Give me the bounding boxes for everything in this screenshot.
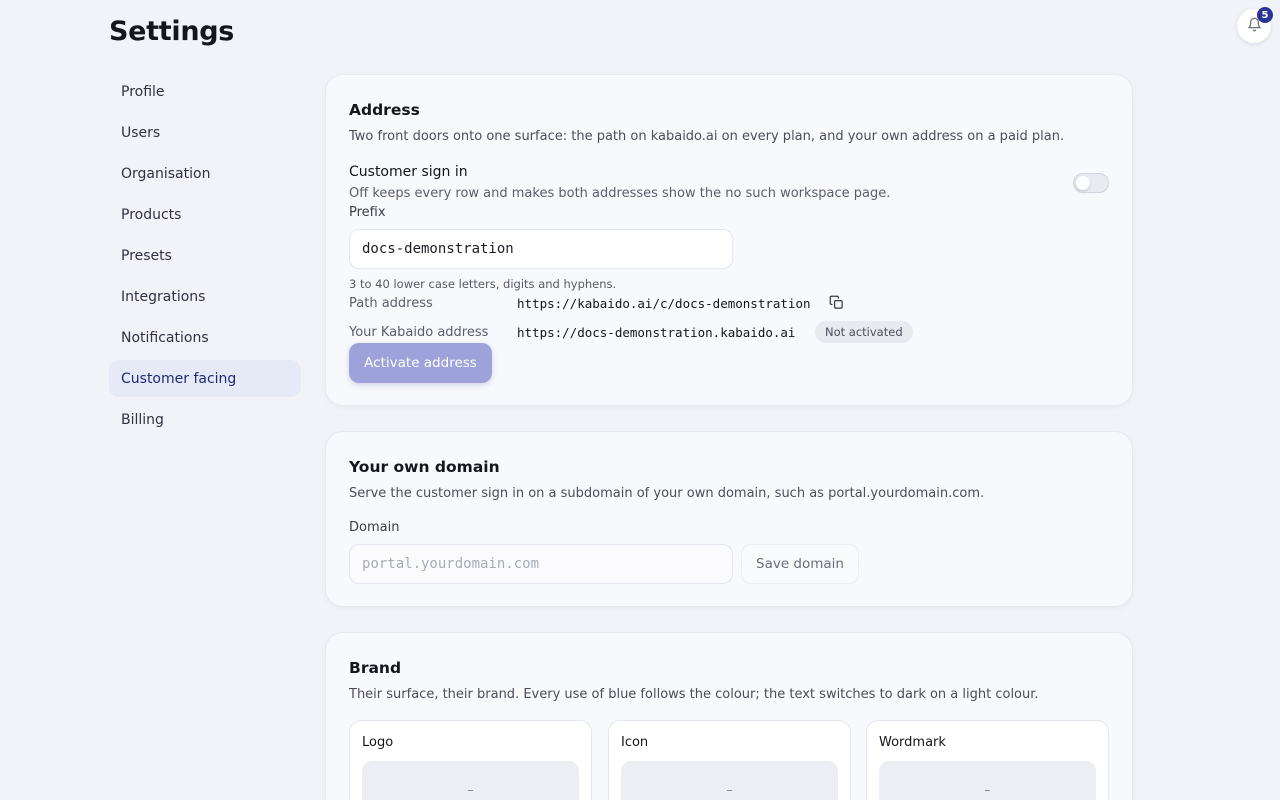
sidebar-item-products[interactable]: Products <box>109 196 301 233</box>
toggle-knob <box>1076 176 1090 190</box>
brand-card: Brand Their surface, their brand. Every … <box>325 632 1133 800</box>
domain-field-label: Domain <box>349 520 400 535</box>
logo-preview: – <box>362 761 579 800</box>
prefix-hint: 3 to 40 lower case letters, digits and h… <box>349 277 617 291</box>
brand-title: Brand <box>349 659 402 677</box>
customer-sign-in-description: Off keeps every row and makes both addre… <box>349 186 891 201</box>
wordmark-preview: – <box>879 761 1096 800</box>
kabaido-address-value: https://docs-demonstration.kabaido.ai <box>517 325 796 340</box>
icon-preview: – <box>621 761 838 800</box>
icon-title: Icon <box>621 735 649 750</box>
sidebar-item-profile[interactable]: Profile <box>109 73 301 110</box>
prefix-label: Prefix <box>349 205 386 220</box>
activate-address-button[interactable]: Activate address <box>349 343 492 383</box>
icon-upload[interactable]: Icon – <box>608 720 851 800</box>
kabaido-address-label: Your Kabaido address <box>349 325 489 340</box>
page-title: Settings <box>109 16 235 47</box>
copy-icon[interactable] <box>829 295 845 311</box>
domain-title: Your own domain <box>349 458 500 476</box>
address-title: Address <box>349 101 420 119</box>
sidebar-item-customer-facing[interactable]: Customer facing <box>109 360 301 397</box>
customer-sign-in-toggle[interactable] <box>1073 173 1109 193</box>
customer-sign-in-label: Customer sign in <box>349 164 468 180</box>
sidebar-item-billing[interactable]: Billing <box>109 401 301 438</box>
sidebar-item-presets[interactable]: Presets <box>109 237 301 274</box>
prefix-input[interactable] <box>349 229 733 269</box>
address-description: Two front doors onto one surface: the pa… <box>349 129 1065 144</box>
wordmark-upload[interactable]: Wordmark – <box>866 720 1109 800</box>
wordmark-title: Wordmark <box>879 735 946 750</box>
domain-description: Serve the customer sign in on a subdomai… <box>349 486 985 501</box>
address-card: Address Two front doors onto one surface… <box>325 74 1133 406</box>
sidebar-item-integrations[interactable]: Integrations <box>109 278 301 315</box>
domain-card: Your own domain Serve the customer sign … <box>325 431 1133 607</box>
path-address-value: https://kabaido.ai/c/docs-demonstration <box>517 296 811 311</box>
sidebar-item-notifications[interactable]: Notifications <box>109 319 301 356</box>
brand-description: Their surface, their brand. Every use of… <box>349 687 1039 702</box>
path-address-label: Path address <box>349 296 433 311</box>
settings-sidebar: Profile Users Organisation Products Pres… <box>109 73 301 442</box>
save-domain-button[interactable]: Save domain <box>741 544 859 584</box>
domain-input[interactable] <box>349 544 733 584</box>
logo-title: Logo <box>362 735 394 750</box>
logo-upload[interactable]: Logo – <box>349 720 592 800</box>
sidebar-item-users[interactable]: Users <box>109 114 301 151</box>
notification-count-badge: 5 <box>1257 7 1273 23</box>
sidebar-item-organisation[interactable]: Organisation <box>109 155 301 192</box>
status-badge: Not activated <box>815 321 913 343</box>
